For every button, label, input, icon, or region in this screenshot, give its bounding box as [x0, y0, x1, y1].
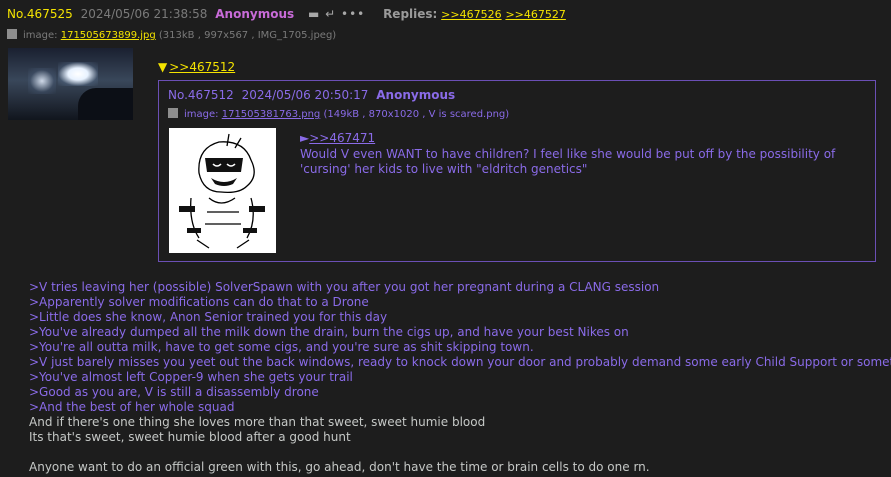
greentext-line: >You've already dumped all the milk down… — [29, 325, 629, 339]
expand-arrow-icon[interactable]: ▼ — [158, 60, 167, 74]
quoted-post-header: No.467512 2024/05/06 20:50:17 Anonymous — [168, 88, 455, 102]
save-icon[interactable] — [7, 29, 17, 39]
quoted-file-info: image: 171505381763.png (149kB , 870x102… — [168, 108, 509, 120]
reference-arrow-icon: ► — [300, 131, 310, 145]
reply-link-2[interactable]: >>467527 — [505, 8, 565, 21]
quoted-file-link[interactable]: 171505381763.png — [222, 109, 321, 120]
post-thumbnail[interactable] — [8, 48, 133, 120]
poster-name: Anonymous — [215, 7, 295, 21]
file-label: image: — [23, 30, 58, 41]
sketch-drawing-icon — [179, 133, 265, 249]
file-meta: (313kB , 997x567 , IMG_1705.jpeg) — [158, 30, 337, 41]
post-number[interactable]: No.467525 — [7, 7, 73, 21]
greentext-line: >V just barely misses you yeet out the b… — [29, 355, 891, 369]
quoted-post-number[interactable]: No.467512 — [168, 88, 234, 102]
greentext-line: >Apparently solver modifications can do … — [29, 295, 369, 309]
quoted-post-reference[interactable]: ►>>467471 — [300, 131, 375, 145]
quoted-file-label: image: — [184, 109, 219, 120]
greentext-line: >You're all outta milk, have to get some… — [29, 340, 534, 354]
quoted-poster-name: Anonymous — [376, 88, 456, 102]
quoted-reference-link[interactable]: >>467471 — [309, 131, 375, 145]
file-link[interactable]: 171505673899.jpg — [61, 30, 156, 41]
quoted-post-text: Would V even WANT to have children? I fe… — [300, 147, 836, 176]
quoted-post-link[interactable]: ▼ >>467512 — [158, 60, 235, 74]
quoted-post: No.467512 2024/05/06 20:50:17 Anonymous … — [158, 80, 876, 262]
post-action-icons[interactable]: ▬ ↵ ••• — [308, 7, 365, 21]
greentext-line: >And the best of her whole squad — [29, 400, 235, 414]
post-body: >V tries leaving her (possible) SolverSp… — [29, 280, 891, 475]
quoted-file-meta: (149kB , 870x1020 , V is scared.png) — [323, 109, 510, 120]
quoted-post-link-text[interactable]: >>467512 — [169, 60, 235, 74]
post-file-info: image: 171505673899.jpg (313kB , 997x567… — [7, 29, 336, 41]
post-date: 2024/05/06 21:38:58 — [80, 7, 208, 21]
quoted-thumbnail[interactable] — [169, 128, 276, 253]
quoted-post-date: 2024/05/06 20:50:17 — [241, 88, 369, 102]
greentext-line: >Good as you are, V is still a disassemb… — [29, 385, 319, 399]
post-header: No.467525 2024/05/06 21:38:58 Anonymous … — [7, 7, 566, 22]
text-line: And if there's one thing she loves more … — [29, 415, 486, 429]
text-line: Anyone want to do an official green with… — [29, 460, 650, 474]
greentext-line: >Little does she know, Anon Senior train… — [29, 310, 388, 324]
save-icon[interactable] — [168, 108, 178, 118]
replies-label: Replies: — [383, 7, 438, 21]
reply-link-1[interactable]: >>467526 — [441, 8, 501, 21]
text-line: Its that's sweet, sweet humie blood afte… — [29, 430, 351, 444]
greentext-line: >You've almost left Copper-9 when she ge… — [29, 370, 353, 384]
greentext-line: >V tries leaving her (possible) SolverSp… — [29, 280, 660, 294]
